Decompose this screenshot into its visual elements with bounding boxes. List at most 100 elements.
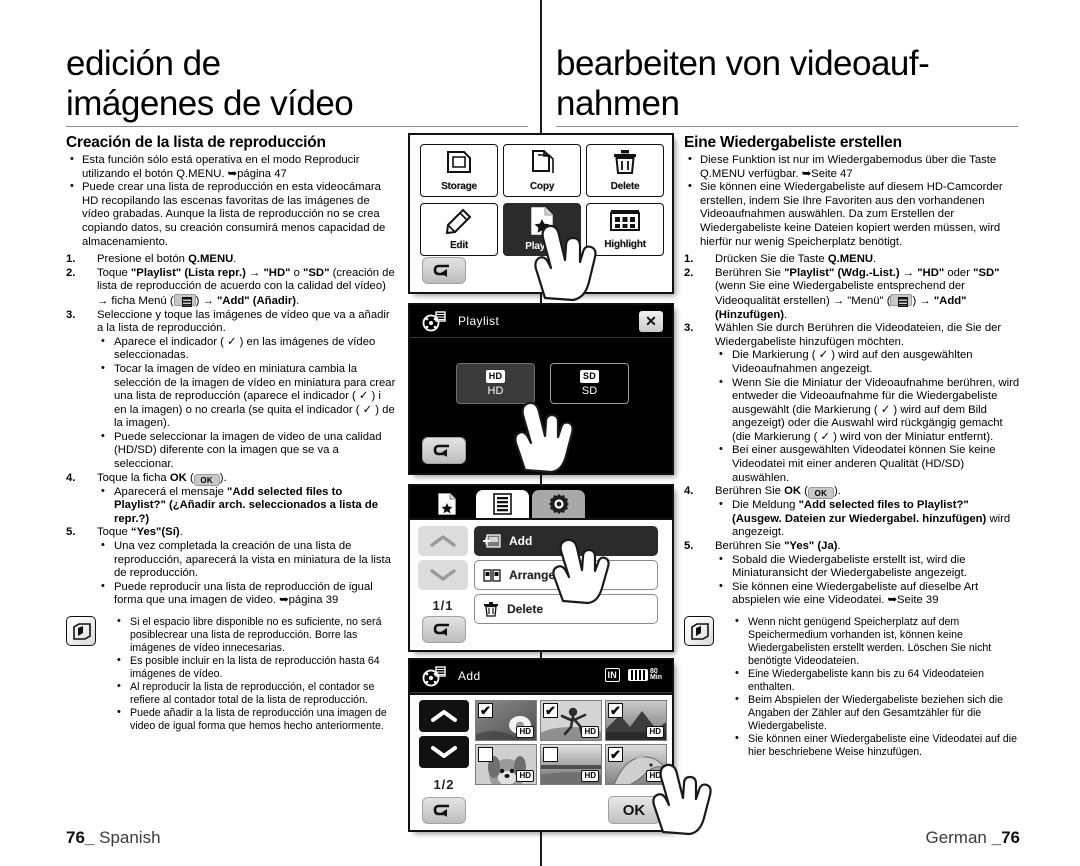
thumbnail-quality-badge: HD: [516, 770, 534, 782]
step-sub-bullet: Bei einer ausgewählten Videodatei können…: [715, 443, 1020, 485]
quick-menu-item-edit[interactable]: Edit: [420, 203, 498, 256]
thumbnail-quality-badge: HD: [581, 770, 599, 782]
star-document-icon: [529, 207, 555, 240]
step-item: 1. Drücken Sie die Taste Q.MENU.: [684, 253, 877, 266]
german-intro-bullets: Diese Funktion ist nur im Wiedergabemodu…: [684, 153, 1020, 249]
thumbnail-down-button[interactable]: [419, 736, 469, 768]
thumbnail-item[interactable]: HD: [540, 744, 602, 785]
thumbnail-item[interactable]: ✔ HD: [605, 744, 667, 785]
screen-title-bar: Playlist ✕: [410, 305, 672, 338]
filmstrip-icon: [609, 209, 641, 238]
footer-left: 76_ Spanish: [66, 828, 161, 848]
playlist-film-icon: [422, 666, 446, 687]
step-number: 2.: [684, 266, 694, 279]
tab-row: [410, 486, 672, 518]
step-item: 2. Toque "Playlist" (Lista repr.) → "HD" …: [66, 266, 395, 307]
german-note-bullets: Wenn nicht genügend Speicherplatz auf de…: [731, 615, 1020, 759]
thumbnail-quality-badge: HD: [646, 770, 664, 782]
step-item: 4.Toque la ficha OK (OK).Aparecerá el me…: [66, 472, 396, 527]
step-item: 5.Berühren Sie "Yes" (Ja).Sobald die Wie…: [684, 540, 1020, 608]
note-bullet: Puede añadir a la lista de reproducción …: [113, 706, 396, 733]
page-number-right: _76: [991, 828, 1020, 847]
back-button[interactable]: [422, 437, 466, 464]
step-number: 4.: [66, 471, 76, 484]
playlist-menu-screenshot: 1/1 Add Arrange Delete: [408, 484, 674, 652]
step-item: 5.Toque “Yes"(Sí).Una vez completada la …: [66, 526, 396, 608]
back-button[interactable]: [422, 616, 466, 643]
note-bullet: Wenn nicht genügend Speicherplatz auf de…: [731, 615, 1020, 668]
step-sub-bullets: Die Meldung "Add selected files to Playl…: [715, 498, 1020, 540]
internal-memory-icon: IN: [604, 668, 620, 682]
scroll-up-button[interactable]: [418, 526, 468, 556]
thumbnail-item[interactable]: ✔ HD: [605, 700, 667, 741]
menu-item-arrange[interactable]: Arrange: [474, 560, 658, 590]
chevron-up-icon: [430, 535, 456, 547]
trash-icon: [611, 149, 639, 180]
thumbnail-grid: ✔ HD ✔ HD ✔ HD HD HD ✔ HD: [475, 700, 667, 785]
ok-tab-icon: OK: [193, 473, 220, 486]
step-number: 4.: [684, 485, 694, 498]
settings-gear-tab-icon: [548, 494, 569, 514]
step-number: 3.: [66, 308, 76, 321]
note-bullet: Es posible incluir en la lista de reprod…: [113, 654, 396, 681]
tab-settings[interactable]: [532, 490, 585, 518]
step-sub-bullets: Sobald die Wiedergabeliste erstellt ist,…: [715, 553, 1020, 608]
quality-option-sd[interactable]: SD SD: [550, 363, 629, 404]
thumbnail-item[interactable]: HD: [475, 744, 537, 785]
menu-item-delete[interactable]: Delete: [474, 594, 658, 624]
quick-menu-item-copy[interactable]: Copy: [503, 144, 581, 197]
battery-unit: Min: [649, 674, 662, 681]
step-sub-bullets: Aparecerá el mensaje "Add selected files…: [97, 485, 396, 527]
ok-button[interactable]: OK: [608, 796, 660, 824]
step-sub-bullet: Aparecerá el mensaje "Add selected files…: [97, 485, 396, 527]
thumbnail-up-button[interactable]: [419, 700, 469, 732]
back-button[interactable]: [422, 797, 466, 824]
thumbnail-item[interactable]: ✔ HD: [475, 700, 537, 741]
thumbnail-checkbox[interactable]: ✔: [608, 747, 623, 762]
step-sub-bullet: Aparece el indicador ( ✓ ) en las imágen…: [97, 335, 396, 363]
thumbnail-checkbox[interactable]: ✔: [543, 703, 558, 718]
status-indicators: IN 80 Min: [604, 668, 662, 682]
step-sub-bullet: Una vez completada la creación de una li…: [97, 539, 396, 581]
quick-menu-item-label: Delete: [610, 181, 640, 192]
close-icon[interactable]: ✕: [639, 311, 663, 332]
chevron-down-icon: [431, 746, 457, 758]
quick-menu-item-playlist[interactable]: Playlist: [503, 203, 581, 256]
playlist-film-icon: [422, 311, 446, 332]
quick-menu-item-storage[interactable]: Storage: [420, 144, 498, 197]
playlist-quality-screenshot: Playlist ✕ HD HD SD SD: [408, 303, 674, 475]
quick-menu-item-label: Playlist: [525, 241, 559, 252]
back-arrow-icon: [433, 804, 449, 817]
spanish-note-bullets: Si el espacio libre disponible no es suf…: [113, 615, 396, 733]
thumbnail-checkbox[interactable]: ✔: [478, 703, 493, 718]
screen-title: Add: [458, 669, 481, 683]
quick-menu-item-delete[interactable]: Delete: [586, 144, 664, 197]
thumbnail-checkbox[interactable]: ✔: [608, 703, 623, 718]
german-note-box: Wenn nicht genügend Speicherplatz auf de…: [684, 615, 1020, 759]
thumbnail-item[interactable]: ✔ HD: [540, 700, 602, 741]
menu-item-label: Delete: [507, 602, 544, 616]
thumbnail-checkbox[interactable]: [543, 747, 558, 762]
spanish-note-box: Si el espacio libre disponible no es suf…: [66, 615, 396, 733]
quality-badge: SD: [580, 370, 599, 383]
quality-option-hd[interactable]: HD HD: [456, 363, 535, 404]
back-button[interactable]: [422, 257, 466, 284]
step-item: 3. Seleccione y toque las imágenes de víd…: [66, 309, 396, 472]
step-sub-bullet: Puede reproducir una lista de reproducci…: [97, 580, 396, 608]
screen-title-bar: Add IN 80 Min: [410, 660, 672, 693]
quick-menu-item-highlight[interactable]: Highlight: [586, 203, 664, 256]
intro-bullet: Puede crear una lista de reproducción en…: [66, 180, 396, 249]
section-heading-german: Eine Wiedergabeliste erstellen: [684, 134, 902, 151]
title-rule-right: [556, 126, 1018, 127]
tab-playlist[interactable]: [420, 490, 473, 518]
quick-menu-item-label: Copy: [529, 181, 555, 192]
thumbnail-checkbox[interactable]: [478, 747, 493, 762]
scroll-down-button[interactable]: [418, 560, 468, 590]
back-arrow-icon: [433, 444, 449, 457]
step-number: 5.: [684, 540, 694, 553]
tab-menu[interactable]: [476, 490, 529, 518]
page-title-spanish: edición de imágenes de vídeo: [66, 44, 496, 124]
back-arrow-icon: [433, 264, 449, 277]
menu-item-add[interactable]: Add: [474, 526, 658, 556]
menu-list-tab-icon: [493, 493, 512, 515]
